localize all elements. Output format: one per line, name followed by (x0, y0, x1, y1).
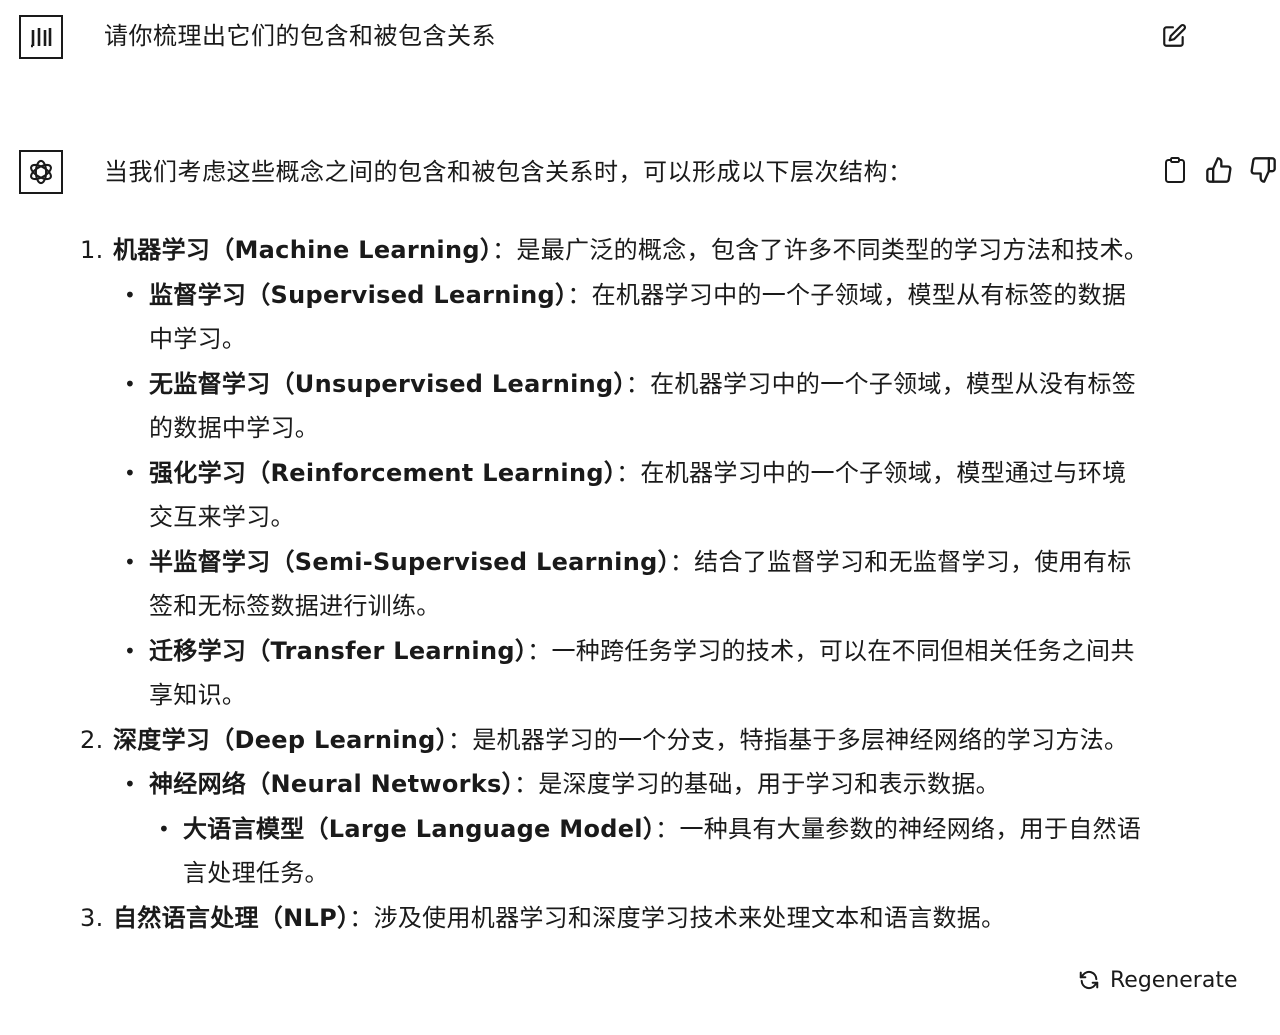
list-item-text: ：是深度学习的基础，用于学习和表示数据。 (513, 770, 1000, 798)
user-avatar (19, 15, 63, 59)
list-item-text: ：涉及使用机器学习和深度学习技术来处理文本和语言数据。 (349, 903, 1006, 932)
openai-logo-icon (30, 159, 52, 185)
regenerate-label: Regenerate (1110, 967, 1238, 993)
bullet: • (124, 371, 137, 396)
assistant-avatar (19, 150, 63, 194)
list-item-term: 迁移学习（Transfer Learning） (149, 636, 528, 665)
list-item: • 大语言模型（Large Language Model）：一种具有大量参数的神… (80, 807, 1150, 896)
list-item: • 监督学习（Supervised Learning）：在机器学习中的一个子领域… (80, 273, 1150, 362)
list-item: • 迁移学习（Transfer Learning）：一种跨任务学习的技术，可以在… (80, 629, 1150, 718)
list-number: 2. (80, 725, 104, 754)
list-item-term: 自然语言处理（NLP） (113, 903, 350, 932)
bullet: • (124, 772, 137, 796)
thumbs-up-icon (1206, 157, 1232, 183)
list-item-term: 强化学习（Reinforcement Learning） (149, 458, 617, 487)
list-item: • 无监督学习（Unsupervised Learning）：在机器学习中的一个… (80, 362, 1150, 451)
refresh-icon (1079, 970, 1099, 990)
list-item: • 神经网络（Neural Networks）：是深度学习的基础，用于学习和表示… (80, 762, 1150, 807)
thumbs-up-button[interactable] (1204, 155, 1234, 185)
message-actions (1160, 155, 1278, 185)
bullet: • (124, 460, 137, 485)
list-item-text: ：是机器学习的一个分支，特指基于多层神经网络的学习方法。 (447, 725, 1129, 754)
bullet: • (124, 549, 137, 574)
list-item: • 强化学习（Reinforcement Learning）：在机器学习中的一个… (80, 451, 1150, 540)
thumbs-down-icon (1250, 157, 1276, 183)
regenerate-button[interactable]: Regenerate (1072, 960, 1252, 1000)
clipboard-icon (1165, 157, 1185, 183)
bullet: • (158, 816, 171, 841)
list-item: 1. 机器学习（Machine Learning）：是最广泛的概念，包含了许多不… (80, 228, 1150, 273)
edit-button[interactable] (1160, 22, 1188, 50)
copy-button[interactable] (1160, 155, 1190, 185)
list-item-term: 神经网络（Neural Networks） (149, 770, 514, 798)
edit-icon (1163, 24, 1186, 47)
list-item: 2. 深度学习（Deep Learning）：是机器学习的一个分支，特指基于多层… (80, 718, 1150, 763)
bullet: • (124, 638, 137, 663)
list-item-term: 大语言模型（Large Language Model） (183, 814, 656, 843)
list-number: 1. (80, 236, 104, 264)
list-number: 3. (80, 903, 104, 932)
list-item: 3. 自然语言处理（NLP）：涉及使用机器学习和深度学习技术来处理文本和语言数据… (80, 896, 1150, 941)
bullet: • (124, 282, 137, 307)
thumbs-down-button[interactable] (1248, 155, 1278, 185)
list-item-term: 半监督学习（Semi-Supervised Learning） (149, 547, 670, 576)
list-item-term: 深度学习（Deep Learning） (113, 725, 448, 754)
user-message: 请你梳理出它们的包含和被包含关系 (104, 22, 496, 50)
assistant-response-list: 1. 机器学习（Machine Learning）：是最广泛的概念，包含了许多不… (80, 228, 1150, 940)
user-avatar-icon (31, 28, 52, 48)
list-item-text: ：是最广泛的概念，包含了许多不同类型的学习方法和技术。 (492, 236, 1149, 264)
list-item-term: 无监督学习（Unsupervised Learning） (149, 369, 626, 398)
list-item-term: 机器学习（Machine Learning） (113, 236, 493, 264)
list-item-term: 监督学习（Supervised Learning） (149, 280, 568, 309)
assistant-intro: 当我们考虑这些概念之间的包含和被包含关系时，可以形成以下层次结构： (104, 158, 913, 186)
list-item: • 半监督学习（Semi-Supervised Learning）：结合了监督学… (80, 540, 1150, 629)
